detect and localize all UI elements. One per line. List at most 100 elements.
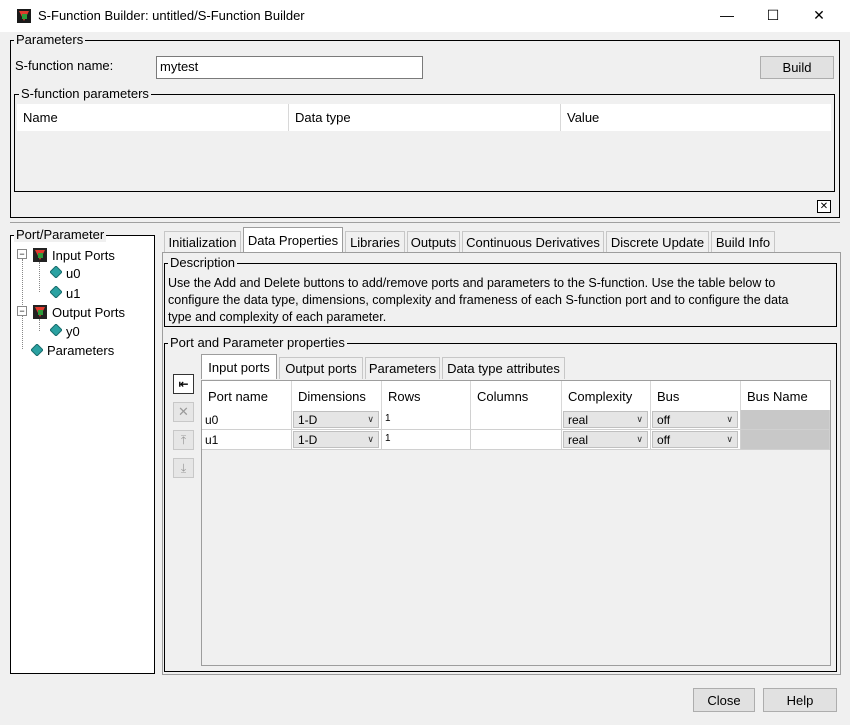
chevron-down-icon: ∨ — [636, 434, 643, 444]
subtab-parameters[interactable]: Parameters — [365, 357, 440, 379]
input-ports-header: Port name Dimensions Rows Columns Comple… — [202, 381, 830, 410]
add-icon[interactable]: ⇤ — [173, 374, 194, 394]
port-diamond-icon — [50, 286, 62, 298]
columns-cell[interactable] — [471, 410, 562, 430]
rows-cell[interactable]: 1 — [382, 430, 471, 450]
subtab-data-type-attributes[interactable]: Data type attributes — [442, 357, 565, 379]
col-header-bus-name[interactable]: Bus Name — [741, 381, 830, 410]
subtab-output-ports[interactable]: Output ports — [279, 357, 363, 379]
col-header-complexity[interactable]: Complexity — [562, 381, 651, 410]
tree-input-ports[interactable]: Input Ports — [52, 248, 115, 263]
close-window-button[interactable]: ✕ — [796, 0, 842, 30]
maximize-button[interactable]: ☐ — [750, 0, 796, 30]
description-label: Description — [168, 255, 238, 270]
columns-cell[interactable] — [471, 430, 562, 450]
port-parameter-label: Port/Parameter — [14, 227, 107, 242]
sfunction-name-label: S-function name: — [15, 58, 114, 73]
move-down-icon[interactable]: ⤓ — [173, 458, 194, 478]
output-ports-icon — [33, 305, 47, 319]
col-header-dimensions[interactable]: Dimensions — [292, 381, 382, 410]
dimensions-cell: 1-D ∨ — [292, 410, 382, 430]
separator — [10, 222, 840, 223]
subtab-input-ports[interactable]: Input ports — [201, 354, 277, 379]
tree-input-u0[interactable]: u0 — [66, 266, 80, 281]
dimensions-select[interactable]: 1-D ∨ — [293, 431, 379, 448]
tab-outputs[interactable]: Outputs — [407, 231, 460, 253]
collapse-toggle-icon[interactable]: − — [17, 249, 27, 259]
bus-cell: off ∨ — [651, 430, 741, 450]
complexity-value: real — [568, 432, 589, 447]
chevron-down-icon: ∨ — [367, 414, 374, 424]
port-parameter-group — [10, 235, 155, 674]
tree-output-ports[interactable]: Output Ports — [52, 305, 125, 320]
rows-cell[interactable]: 1 — [382, 410, 471, 430]
dimensions-cell: 1-D ∨ — [292, 430, 382, 450]
dimensions-select[interactable]: 1-D ∨ — [293, 411, 379, 428]
chevron-down-icon: ∨ — [367, 434, 374, 444]
complexity-cell: real ∨ — [562, 430, 651, 450]
col-header-rows[interactable]: Rows — [382, 381, 471, 410]
collapse-close-icon[interactable]: ✕ — [817, 200, 831, 213]
complexity-value: real — [568, 412, 589, 427]
table-row: u1 1-D ∨ 1 real ∨ off ∨ — [202, 430, 830, 450]
port-name-cell[interactable]: u0 — [202, 410, 292, 430]
sfunction-name-input[interactable]: mytest — [156, 56, 423, 79]
description-line: configure the data type, dimensions, com… — [168, 293, 789, 307]
col-header-data-type[interactable]: Data type — [289, 104, 561, 131]
close-button[interactable]: Close — [693, 688, 755, 712]
close-icon: ✕ — [813, 6, 825, 23]
chevron-down-icon: ∨ — [726, 434, 733, 444]
tree-output-y0[interactable]: y0 — [66, 324, 80, 339]
tree-line — [39, 319, 40, 331]
bus-cell: off ∨ — [651, 410, 741, 430]
chevron-down-icon: ∨ — [636, 414, 643, 424]
description-line: Use the Add and Delete buttons to add/re… — [168, 276, 776, 290]
tab-build-info[interactable]: Build Info — [711, 231, 775, 253]
tree-parameters[interactable]: Parameters — [47, 343, 114, 358]
col-header-port-name[interactable]: Port name — [202, 381, 292, 410]
sfunction-parameters-label: S-function parameters — [19, 86, 151, 101]
tab-libraries[interactable]: Libraries — [345, 231, 405, 253]
complexity-select[interactable]: real ∨ — [563, 411, 648, 428]
tab-discrete-update[interactable]: Discrete Update — [606, 231, 709, 253]
description-line: type and complexity of each parameter. — [168, 310, 387, 324]
port-param-properties-label: Port and Parameter properties — [168, 335, 347, 350]
bus-name-cell — [741, 430, 830, 450]
bus-name-cell — [741, 410, 830, 430]
collapse-toggle-icon[interactable]: − — [17, 306, 27, 316]
complexity-select[interactable]: real ∨ — [563, 431, 648, 448]
bus-select[interactable]: off ∨ — [652, 431, 738, 448]
help-button[interactable]: Help — [763, 688, 837, 712]
dimensions-value: 1-D — [298, 432, 318, 447]
col-header-value[interactable]: Value — [561, 104, 831, 131]
move-up-icon[interactable]: ⤒ — [173, 430, 194, 450]
build-button[interactable]: Build — [760, 56, 834, 79]
col-header-bus[interactable]: Bus — [651, 381, 741, 410]
window-title: S-Function Builder: untitled/S-Function … — [38, 8, 305, 23]
tab-initialization[interactable]: Initialization — [164, 231, 241, 253]
tree-line — [39, 262, 40, 292]
minimize-button[interactable]: — — [704, 0, 750, 30]
tab-data-properties[interactable]: Data Properties — [243, 227, 343, 252]
description-text: Use the Add and Delete buttons to add/re… — [168, 275, 833, 326]
sfunction-parameters-header: Name Data type Value — [17, 104, 831, 131]
port-diamond-icon — [50, 266, 62, 278]
tree-line — [22, 259, 23, 349]
parameter-diamond-icon — [31, 344, 43, 356]
chevron-down-icon: ∨ — [726, 414, 733, 424]
dimensions-value: 1-D — [298, 412, 318, 427]
input-ports-icon — [33, 248, 47, 262]
delete-icon[interactable]: ✕ — [173, 402, 194, 422]
tab-continuous-derivatives[interactable]: Continuous Derivatives — [462, 231, 604, 253]
col-header-name[interactable]: Name — [17, 104, 289, 131]
col-header-columns[interactable]: Columns — [471, 381, 562, 410]
tree-input-u1[interactable]: u1 — [66, 286, 80, 301]
bus-value: off — [657, 432, 671, 447]
bus-select[interactable]: off ∨ — [652, 411, 738, 428]
port-diamond-icon — [50, 324, 62, 336]
bus-value: off — [657, 412, 671, 427]
complexity-cell: real ∨ — [562, 410, 651, 430]
port-name-cell[interactable]: u1 — [202, 430, 292, 450]
simulink-app-icon — [17, 9, 31, 23]
maximize-icon: ☐ — [766, 6, 780, 23]
